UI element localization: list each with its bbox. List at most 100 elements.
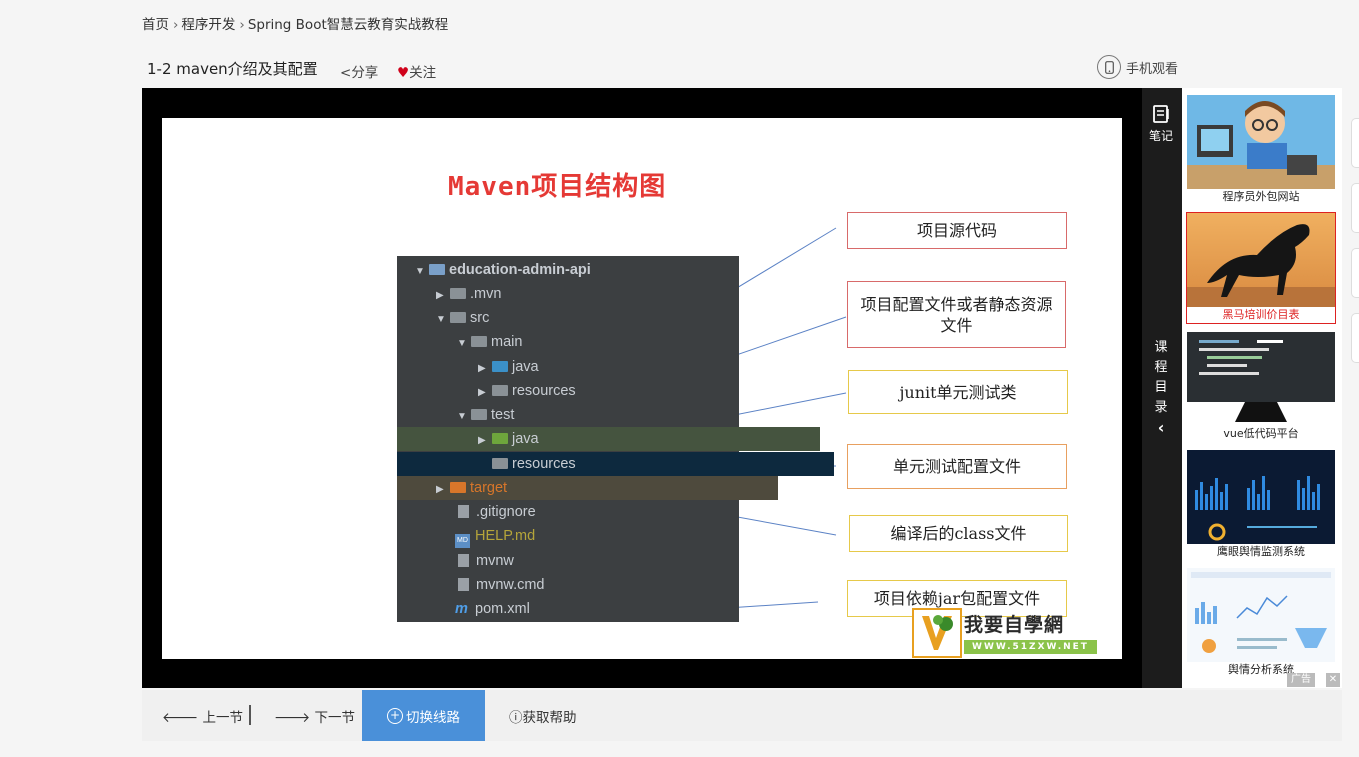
folder-icon (429, 264, 445, 275)
tree-row: resources (397, 452, 834, 476)
tree-row: ▶ resources (397, 379, 820, 403)
caret-down-icon: ▼ (436, 314, 446, 325)
folder-icon (450, 482, 466, 493)
caret-right-icon: ▶ (478, 363, 486, 374)
caret-right-icon: ▶ (478, 387, 486, 398)
close-icon[interactable]: ✕ (1326, 673, 1340, 687)
folder-icon (492, 361, 508, 372)
catalog-char: 目 (1154, 380, 1168, 395)
tree-label: target (470, 480, 508, 496)
floating-widget[interactable] (1351, 183, 1359, 233)
tree-row: ▼ test (397, 403, 799, 427)
ad-caption: 黑马培训价目表 (1222, 308, 1300, 321)
ad-image-monitor (1187, 332, 1335, 426)
help-icon: ⓘ (509, 710, 523, 726)
next-lesson-label: 下一节 (314, 710, 356, 726)
callout-box: 项目配置文件或者静态资源文件 (847, 281, 1066, 348)
watermark-name: 我要自學網 (964, 614, 1065, 636)
caret-down-icon: ▼ (415, 266, 425, 277)
catalog-char: 课 (1154, 340, 1168, 355)
ad-image-dashboard (1187, 450, 1335, 544)
tree-row: .gitignore (397, 500, 800, 524)
tree-row: ▼ main (397, 330, 799, 354)
tree-row: ▶ .mvn (397, 282, 778, 306)
arrow-left-icon: 🡐 (162, 710, 203, 726)
folder-icon (471, 336, 487, 347)
floating-widget[interactable] (1351, 118, 1359, 168)
switch-line-label: 切换线路 (406, 709, 460, 726)
notes-label: 笔记 (1148, 129, 1173, 143)
markdown-file-icon: MD (455, 534, 470, 548)
notes-button[interactable]: 笔记 (1142, 104, 1180, 144)
get-help-label: 获取帮助 (522, 710, 577, 726)
maven-icon: m (455, 601, 468, 617)
ad-image-horse (1187, 213, 1335, 307)
prev-lesson-label: 上一节 (202, 710, 244, 726)
tree-row: mvnw.cmd (397, 573, 800, 597)
ad-caption: vue低代码平台 (1223, 427, 1299, 440)
tree-label: .mvn (470, 286, 502, 302)
ad-image-programmer (1187, 95, 1335, 189)
tree-label: main (491, 334, 523, 350)
tree-label: mvnw.cmd (476, 577, 545, 593)
ad-item[interactable]: 舆情分析系统 (1187, 568, 1335, 678)
ad-caption: 鹰眼舆情监测系统 (1217, 545, 1305, 558)
tree-row: ▼ education-admin-api (397, 258, 757, 282)
tree-label: HELP.md (475, 528, 536, 544)
folder-icon (471, 409, 487, 420)
file-icon (458, 554, 469, 567)
tree-row: mvnw (397, 549, 800, 573)
floating-widget[interactable] (1351, 248, 1359, 298)
tree-row: MD HELP.md (397, 524, 797, 548)
watermark-emblem (912, 608, 962, 658)
callout-box: junit单元测试类 (848, 370, 1068, 414)
ad-image-analysis (1187, 568, 1335, 662)
folder-icon (492, 458, 508, 469)
file-icon (458, 578, 469, 591)
get-help-button[interactable]: ⓘ获取帮助 (509, 706, 577, 726)
ad-caption: 程序员外包网站 (1222, 190, 1300, 203)
callout-box: 单元测试配置文件 (847, 444, 1067, 489)
catalog-char: 录 (1154, 400, 1168, 415)
folder-icon (450, 288, 466, 299)
file-icon (458, 505, 469, 518)
tree-label: resources (512, 456, 576, 472)
course-catalog-button[interactable]: 课 程 目 录 ‹ (1142, 338, 1180, 438)
tree-row: ▶ java (397, 427, 820, 451)
tree-label: test (491, 407, 515, 423)
folder-icon (492, 385, 508, 396)
catalog-char: 程 (1154, 360, 1168, 375)
caret-down-icon: ▼ (457, 338, 467, 349)
prev-lesson-button[interactable]: 🡐 上一节 (162, 706, 243, 726)
caret-right-icon: ▶ (436, 484, 444, 495)
caret-right-icon: ▶ (436, 290, 444, 301)
tree-row: ▶ java (397, 355, 820, 379)
tree-row: ▼ src (397, 306, 778, 330)
tree-label: mvnw (476, 553, 514, 569)
caret-down-icon: ▼ (457, 411, 467, 422)
watermark-url: WWW.51ZXW.NET (964, 640, 1097, 654)
plus-circle-icon: + (387, 707, 403, 724)
tree-label: pom.xml (475, 601, 530, 617)
tree-label: resources (512, 383, 576, 399)
ad-item[interactable]: 黑马培训价目表 (1186, 212, 1336, 324)
tree-row: m pom.xml (397, 597, 797, 621)
next-lesson-button[interactable]: 🡒 下一节 (274, 706, 355, 726)
tree-label: .gitignore (476, 504, 536, 520)
notebook-icon (1142, 104, 1180, 127)
floating-widget[interactable] (1351, 313, 1359, 363)
callout-box: 项目源代码 (847, 212, 1067, 249)
tree-label: java (512, 359, 539, 375)
folder-icon (492, 433, 508, 444)
caret-right-icon: ▶ (478, 435, 486, 446)
chevron-left-icon: ‹ (1157, 418, 1165, 437)
tree-label: java (512, 431, 539, 447)
ad-item[interactable]: 鹰眼舆情监测系统 (1187, 450, 1335, 560)
divider (249, 705, 251, 725)
callout-box: 编译后的class文件 (849, 515, 1068, 552)
switch-line-button[interactable]: + 切换线路 (362, 690, 485, 741)
ad-item[interactable]: 程序员外包网站 (1187, 95, 1335, 205)
tree-row: ▶ target (397, 476, 778, 500)
ad-item[interactable]: vue低代码平台 (1187, 332, 1335, 442)
ad-badge: 广告 (1287, 673, 1315, 687)
